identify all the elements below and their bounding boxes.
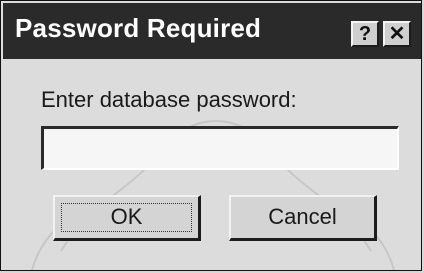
close-icon: ✕ <box>388 23 406 45</box>
password-dialog: Password Required ? ✕ Enter database pas… <box>0 0 422 271</box>
help-icon: ? <box>358 23 372 45</box>
close-button[interactable]: ✕ <box>383 21 411 47</box>
cancel-button-label: Cancel <box>268 204 337 229</box>
ok-button[interactable]: OK <box>53 195 201 241</box>
cancel-button[interactable]: Cancel <box>229 195 377 241</box>
help-button[interactable]: ? <box>351 21 379 47</box>
password-input[interactable] <box>41 126 399 170</box>
dialog-title: Password Required <box>15 13 262 43</box>
title-bar[interactable]: Password Required ? ✕ <box>3 3 421 59</box>
password-prompt-label: Enter database password: <box>41 87 297 112</box>
focus-rectangle <box>61 203 192 232</box>
